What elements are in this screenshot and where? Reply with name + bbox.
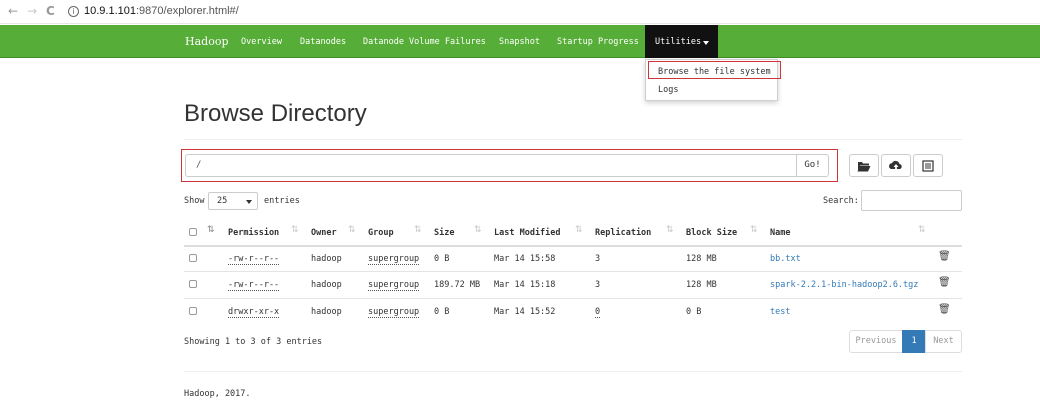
row-name-link[interactable]: spark-2.2.1-bin-hadoop2.6.tgz [770, 280, 918, 290]
sort-icon[interactable]: ⇅ [414, 225, 422, 235]
highlight-box-path [181, 149, 838, 182]
footer-copyright: Hadoop, 2017. [184, 389, 251, 399]
entries-select[interactable]: 25 [208, 192, 258, 210]
pagination-previous[interactable]: Previous [849, 330, 903, 353]
footer-divider [184, 371, 962, 372]
sort-asc-icon[interactable]: ⇅ [207, 225, 215, 235]
row-block-size: 128 MB [686, 280, 717, 290]
create-directory-button[interactable] [849, 154, 879, 177]
row-owner: hadoop [311, 254, 342, 264]
nav-utilities-label[interactable]: Utilities [655, 37, 701, 47]
select-arrow-icon [246, 200, 252, 204]
column-replication[interactable]: Replication [595, 228, 651, 238]
sort-icon[interactable]: ⇅ [474, 225, 482, 235]
row-checkbox[interactable] [189, 307, 197, 315]
row-replication: 3 [595, 254, 601, 264]
row-permission[interactable]: drwxr-xr-x [228, 307, 280, 318]
row-owner: hadoop [311, 280, 342, 290]
row-checkbox[interactable] [189, 280, 197, 288]
show-label: Show [184, 196, 205, 206]
highlight-box-menu [648, 61, 781, 79]
entries-select-value: 25 [217, 196, 228, 206]
back-icon[interactable]: ← [8, 4, 18, 18]
title-divider [184, 139, 962, 140]
forward-icon[interactable]: → [27, 4, 37, 18]
column-owner[interactable]: Owner [311, 228, 337, 238]
row-modified: Mar 14 15:58 [494, 254, 556, 264]
column-size[interactable]: Size [434, 228, 454, 238]
nav-datanodes[interactable]: Datanodes [300, 37, 346, 47]
row-modified: Mar 14 15:18 [494, 280, 556, 290]
trash-icon[interactable]: 🗑 [938, 251, 951, 262]
row-divider [184, 271, 962, 272]
row-checkbox[interactable] [189, 254, 197, 262]
trash-icon[interactable]: 🗑 [938, 304, 951, 315]
nav-overview[interactable]: Overview [241, 37, 282, 47]
row-name-link[interactable]: bb.txt [770, 254, 801, 264]
table-header-divider [184, 245, 962, 247]
column-name[interactable]: Name [770, 228, 790, 238]
sort-icon[interactable]: ⇅ [291, 225, 299, 235]
page-title: Browse Directory [184, 100, 367, 127]
cut-paste-button[interactable] [913, 154, 943, 177]
row-permission[interactable]: -rw-r--r-- [228, 280, 280, 291]
list-icon [922, 160, 934, 172]
sort-icon[interactable]: ⇅ [918, 225, 926, 235]
search-label: Search: [823, 196, 859, 206]
row-block-size: 0 B [686, 307, 702, 317]
reload-icon[interactable]: C [46, 4, 55, 18]
nav-datanode-volume-failures[interactable]: Datanode Volume Failures [363, 37, 486, 47]
row-owner: hadoop [311, 307, 342, 317]
menu-logs[interactable]: Logs [658, 85, 678, 95]
sort-icon[interactable]: ⇅ [575, 225, 583, 235]
column-permission[interactable]: Permission [228, 228, 279, 238]
row-size: 189.72 MB [434, 280, 481, 290]
sort-icon[interactable]: ⇅ [348, 225, 356, 235]
info-icon[interactable]: i [68, 6, 79, 17]
column-block-size[interactable]: Block Size [686, 228, 737, 238]
folder-open-icon [857, 162, 871, 172]
row-replication: 3 [595, 280, 601, 290]
column-group[interactable]: Group [368, 228, 394, 238]
row-permission[interactable]: -rw-r--r-- [228, 254, 280, 265]
url-path: :9870/explorer.html#/ [136, 5, 239, 17]
row-size: 0 B [434, 254, 450, 264]
url-host: 10.9.1.101 [84, 5, 136, 17]
brand-logo[interactable]: Hadoop [185, 35, 228, 48]
address-field[interactable]: 10.9.1.101:9870/explorer.html#/ [84, 5, 239, 17]
caret-down-icon [703, 41, 709, 45]
sort-icon[interactable]: ⇅ [666, 225, 674, 235]
nav-snapshot[interactable]: Snapshot [499, 37, 540, 47]
sort-icon[interactable]: ⇅ [750, 225, 758, 235]
nav-startup-progress[interactable]: Startup Progress [557, 37, 639, 47]
row-replication[interactable]: 0 [595, 307, 601, 318]
trash-icon[interactable]: 🗑 [938, 277, 951, 288]
row-group[interactable]: supergroup [368, 254, 420, 265]
pagination-next[interactable]: Next [925, 330, 962, 353]
row-block-size: 128 MB [686, 254, 717, 264]
showing-entries-info: Showing 1 to 3 of 3 entries [184, 337, 323, 347]
entries-label: entries [264, 196, 300, 206]
column-last-modified[interactable]: Last Modified [494, 228, 561, 238]
pagination-page-1[interactable]: 1 [902, 330, 926, 353]
row-group[interactable]: supergroup [368, 280, 420, 291]
cloud-upload-icon [889, 160, 902, 171]
row-name-link[interactable]: test [770, 307, 790, 317]
row-modified: Mar 14 15:52 [494, 307, 556, 317]
row-group[interactable]: supergroup [368, 307, 420, 318]
select-all-checkbox[interactable] [189, 228, 197, 236]
row-size: 0 B [434, 307, 450, 317]
search-input[interactable] [861, 190, 962, 211]
upload-button[interactable] [881, 154, 911, 177]
row-divider [184, 298, 962, 299]
